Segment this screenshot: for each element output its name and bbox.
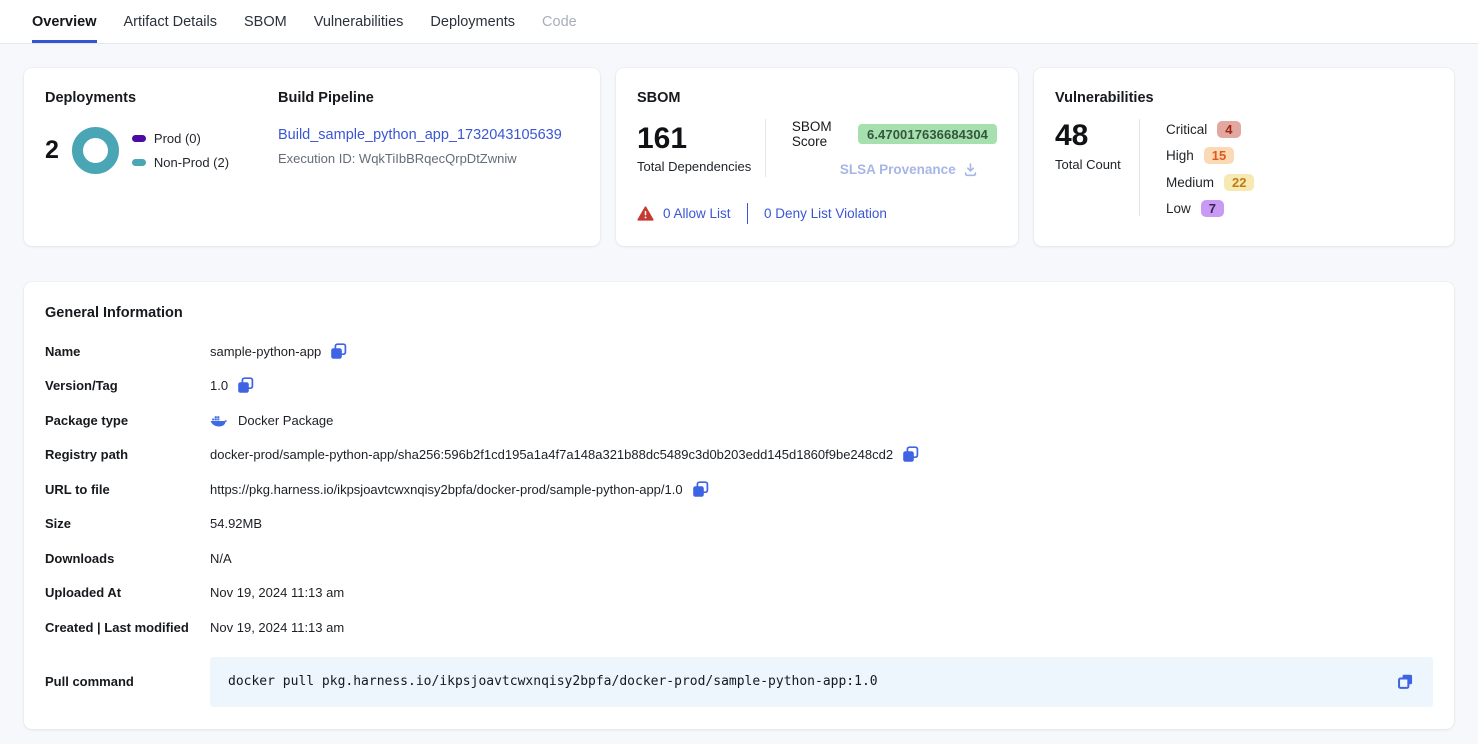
deployments-card: Deployments 2 Prod (0) Non-Prod (2) bbox=[24, 68, 600, 246]
artifact-name-value: sample-python-app bbox=[210, 344, 321, 359]
deployments-title: Deployments bbox=[45, 90, 277, 106]
severity-label: Critical bbox=[1166, 122, 1207, 137]
severity-label: High bbox=[1166, 148, 1194, 163]
severity-list: Critical 4 High 15 Medium 22 Low 7 bbox=[1166, 119, 1254, 219]
downloads-value: N/A bbox=[210, 551, 232, 566]
sbom-total-block: 161 Total Dependencies bbox=[637, 122, 765, 175]
vulnerabilities-total-count: 48 bbox=[1055, 119, 1139, 154]
info-label: Created | Last modified bbox=[45, 620, 210, 635]
created-modified-value: Nov 19, 2024 11:13 am bbox=[210, 620, 344, 635]
info-label: Version/Tag bbox=[45, 378, 210, 393]
summary-cards-row: Deployments 2 Prod (0) Non-Prod (2) bbox=[24, 68, 1454, 246]
info-label: Pull command bbox=[45, 674, 210, 689]
overview-page: Deployments 2 Prod (0) Non-Prod (2) bbox=[0, 44, 1478, 737]
info-row-size: Size 54.92MB bbox=[45, 507, 1433, 542]
allow-list-link[interactable]: 0 Allow List bbox=[663, 206, 731, 221]
tab-artifact-details[interactable]: Artifact Details bbox=[124, 0, 217, 43]
copy-icon[interactable] bbox=[1396, 672, 1415, 691]
severity-label: Low bbox=[1166, 201, 1191, 216]
info-row-name: Name sample-python-app bbox=[45, 334, 1433, 369]
tab-code: Code bbox=[542, 0, 577, 43]
severity-row-low: Low 7 bbox=[1166, 199, 1254, 219]
prod-legend-swatch bbox=[132, 135, 146, 142]
info-row-registry-path: Registry path docker-prod/sample-python-… bbox=[45, 438, 1433, 473]
divider bbox=[1139, 119, 1140, 216]
deny-list-link[interactable]: 0 Deny List Violation bbox=[764, 206, 887, 221]
legend-item-prod: Prod (0) bbox=[132, 131, 229, 146]
info-row-uploaded-at: Uploaded At Nov 19, 2024 11:13 am bbox=[45, 576, 1433, 611]
severity-count-badge: 7 bbox=[1201, 200, 1224, 217]
url-to-file-value: https://pkg.harness.io/ikpsjoavtcwxnqisy… bbox=[210, 482, 683, 497]
tab-deployments[interactable]: Deployments bbox=[430, 0, 515, 43]
severity-row-critical: Critical 4 bbox=[1166, 119, 1254, 139]
warning-icon bbox=[637, 206, 654, 221]
execution-id: Execution ID: WqkTiIbBRqecQrpDtZwniw bbox=[278, 151, 579, 166]
info-label: Name bbox=[45, 344, 210, 359]
copy-icon[interactable] bbox=[237, 377, 254, 394]
general-information-card: General Information Name sample-python-a… bbox=[24, 282, 1454, 729]
slsa-provenance-label: SLSA Provenance bbox=[840, 162, 956, 177]
sbom-score-label: SBOM Score bbox=[792, 119, 848, 149]
info-label: Uploaded At bbox=[45, 585, 210, 600]
info-label: Package type bbox=[45, 413, 210, 428]
vulnerabilities-total-block: 48 Total Count bbox=[1055, 119, 1139, 219]
uploaded-at-value: Nov 19, 2024 11:13 am bbox=[210, 585, 344, 600]
info-row-created-modified: Created | Last modified Nov 19, 2024 11:… bbox=[45, 610, 1433, 645]
divider bbox=[747, 203, 749, 224]
size-value: 54.92MB bbox=[210, 516, 262, 531]
deployments-section: Deployments 2 Prod (0) Non-Prod (2) bbox=[45, 90, 277, 224]
tab-bar: Overview Artifact Details SBOM Vulnerabi… bbox=[0, 0, 1478, 44]
download-icon bbox=[963, 162, 978, 177]
build-pipeline-section: Build Pipeline Build_sample_python_app_1… bbox=[277, 90, 579, 224]
pull-command-box: docker pull pkg.harness.io/ikpsjoavtcwxn… bbox=[210, 657, 1433, 707]
sbom-card: SBOM 161 Total Dependencies SBOM Score 6… bbox=[616, 68, 1018, 246]
copy-icon[interactable] bbox=[330, 343, 347, 360]
severity-count-badge: 22 bbox=[1224, 174, 1254, 191]
pull-command-text: docker pull pkg.harness.io/ikpsjoavtcwxn… bbox=[228, 674, 878, 689]
nonprod-legend-swatch bbox=[132, 159, 146, 166]
sbom-score-badge: 6.470017636684304 bbox=[858, 124, 997, 144]
deployments-donut-chart bbox=[72, 127, 119, 174]
registry-path-value: docker-prod/sample-python-app/sha256:596… bbox=[210, 447, 893, 462]
version-tag-value: 1.0 bbox=[210, 378, 228, 393]
info-label: Registry path bbox=[45, 447, 210, 462]
docker-icon bbox=[210, 414, 227, 427]
prod-legend-label: Prod (0) bbox=[154, 131, 201, 146]
info-label: Size bbox=[45, 516, 210, 531]
copy-icon[interactable] bbox=[902, 446, 919, 463]
copy-icon[interactable] bbox=[692, 481, 709, 498]
info-row-pull-command: Pull command docker pull pkg.harness.io/… bbox=[45, 657, 1433, 707]
severity-label: Medium bbox=[1166, 175, 1214, 190]
deployments-total: 2 bbox=[45, 136, 59, 165]
vulnerabilities-card: Vulnerabilities 48 Total Count Critical … bbox=[1034, 68, 1454, 246]
tab-overview[interactable]: Overview bbox=[32, 0, 97, 43]
deployments-legend: Prod (0) Non-Prod (2) bbox=[132, 131, 229, 170]
build-pipeline-title: Build Pipeline bbox=[278, 90, 579, 106]
package-type-value: Docker Package bbox=[238, 413, 333, 428]
sbom-total-count: 161 bbox=[637, 122, 765, 157]
divider bbox=[765, 119, 766, 177]
severity-count-badge: 15 bbox=[1204, 147, 1234, 164]
info-label: URL to file bbox=[45, 482, 210, 497]
vulnerabilities-title: Vulnerabilities bbox=[1055, 90, 1433, 106]
tab-vulnerabilities[interactable]: Vulnerabilities bbox=[314, 0, 404, 43]
severity-row-medium: Medium 22 bbox=[1166, 172, 1254, 192]
legend-item-nonprod: Non-Prod (2) bbox=[132, 155, 229, 170]
info-row-package-type: Package type Docker Package bbox=[45, 403, 1433, 438]
info-row-downloads: Downloads N/A bbox=[45, 541, 1433, 576]
severity-row-high: High 15 bbox=[1166, 146, 1254, 166]
general-information-title: General Information bbox=[45, 305, 1433, 321]
tab-sbom[interactable]: SBOM bbox=[244, 0, 287, 43]
info-row-url: URL to file https://pkg.harness.io/ikpsj… bbox=[45, 472, 1433, 507]
vulnerabilities-total-label: Total Count bbox=[1055, 157, 1139, 172]
sbom-total-label: Total Dependencies bbox=[637, 159, 765, 174]
pipeline-link[interactable]: Build_sample_python_app_1732043105639 bbox=[278, 127, 562, 143]
info-row-version: Version/Tag 1.0 bbox=[45, 369, 1433, 404]
severity-count-badge: 4 bbox=[1217, 121, 1240, 138]
nonprod-legend-label: Non-Prod (2) bbox=[154, 155, 229, 170]
sbom-title: SBOM bbox=[637, 90, 997, 106]
slsa-provenance-link[interactable]: SLSA Provenance bbox=[840, 162, 997, 177]
info-label: Downloads bbox=[45, 551, 210, 566]
